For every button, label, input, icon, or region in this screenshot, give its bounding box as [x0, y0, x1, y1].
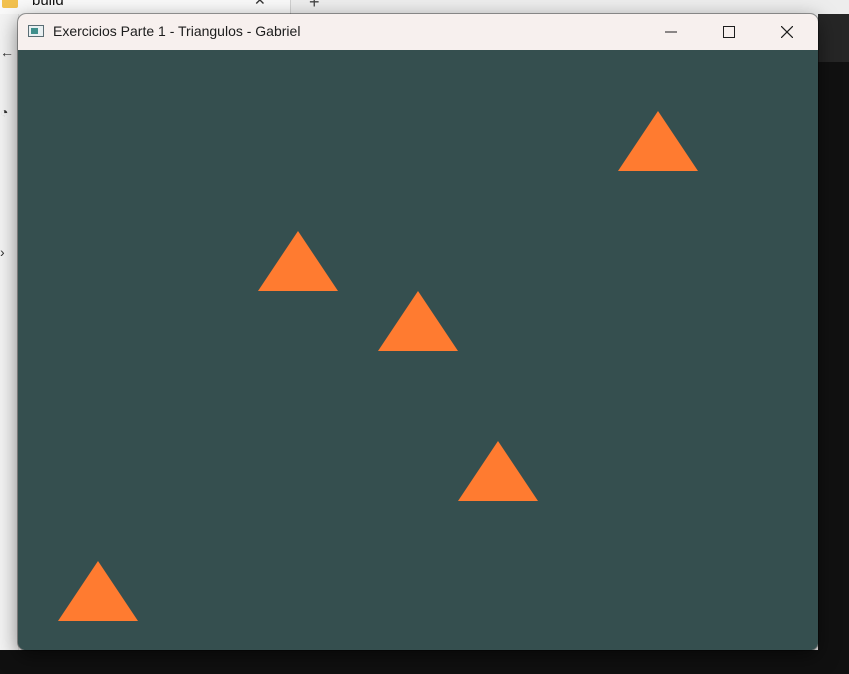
maximize-icon — [723, 26, 735, 38]
render-canvas[interactable] — [18, 50, 818, 650]
window-title: Exercicios Parte 1 - Triangulos - Gabrie… — [53, 23, 301, 39]
background-bottom-strip — [0, 650, 849, 674]
close-button[interactable] — [758, 14, 816, 50]
history-icon[interactable]: ◔ — [0, 104, 8, 120]
minimize-button[interactable] — [642, 14, 700, 50]
triangle — [378, 291, 458, 351]
chevron-right-icon[interactable]: › — [0, 244, 5, 260]
triangle — [458, 441, 538, 501]
triangle — [618, 111, 698, 171]
close-icon[interactable]: ✕ — [254, 0, 266, 9]
minimize-icon — [665, 31, 677, 33]
background-tab[interactable]: build ✕ — [0, 0, 291, 14]
triangle — [58, 561, 138, 621]
background-tab-title: build — [32, 0, 64, 9]
folder-icon — [2, 0, 18, 8]
background-dark-band — [818, 14, 849, 62]
background-tab-strip: build ✕ + — [0, 0, 849, 14]
triangle — [258, 231, 338, 291]
app-icon — [28, 25, 44, 37]
triangle-scene — [58, 111, 698, 621]
maximize-button[interactable] — [700, 14, 758, 50]
background-sidebar: ← ◔ › — [0, 14, 19, 674]
window-titlebar[interactable]: Exercicios Parte 1 - Triangulos - Gabrie… — [18, 14, 818, 51]
back-arrow-icon[interactable]: ← — [0, 44, 14, 60]
close-icon — [781, 26, 793, 38]
plus-icon[interactable]: + — [309, 0, 320, 13]
app-window: Exercicios Parte 1 - Triangulos - Gabrie… — [18, 14, 818, 650]
background-dark-panel — [818, 14, 849, 674]
